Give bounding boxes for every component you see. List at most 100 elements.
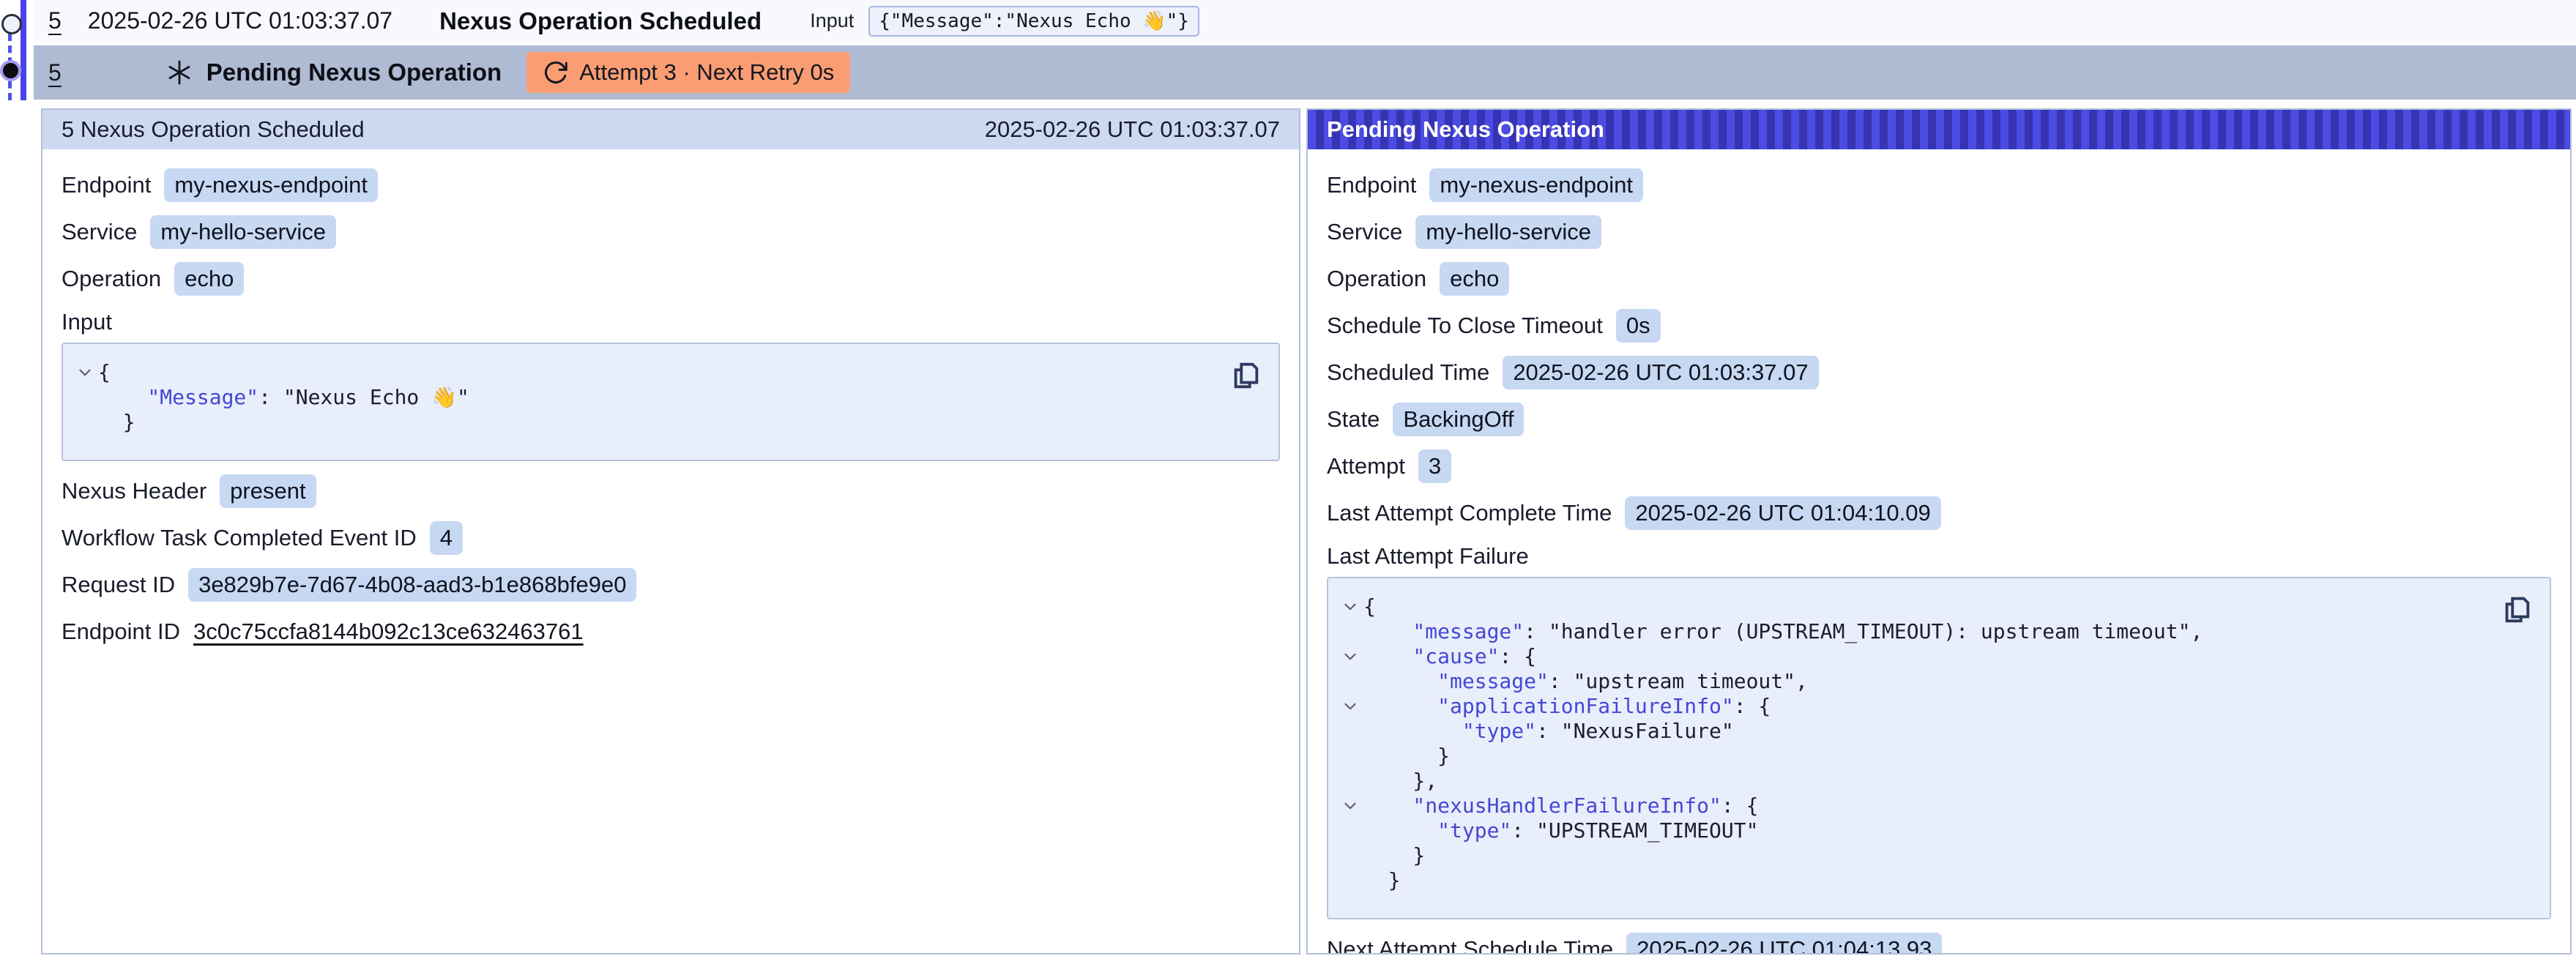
field-label: Endpoint: [1327, 172, 1416, 198]
json-line-content: {: [1363, 594, 1376, 619]
field-value-badge: echo: [1440, 262, 1509, 296]
json-line-content: "nexusHandlerFailureInfo": {: [1363, 793, 1758, 818]
field-label: State: [1327, 406, 1380, 433]
field-value-badge: my-nexus-endpoint: [164, 168, 378, 202]
json-line-content: "type": "NexusFailure": [1363, 719, 1734, 744]
pending-title: Pending Nexus Operation: [206, 59, 502, 86]
json-text: : "handler error (UPSTREAM_TIMEOUT): ups…: [1524, 619, 2203, 643]
field-row-request-id: Request ID3e829b7e-7d67-4b08-aad3-b1e868…: [62, 568, 1280, 602]
field-label: Last Attempt Failure: [1327, 543, 1529, 570]
failure-json-block: {"message": "handler error (UPSTREAM_TIM…: [1327, 577, 2551, 919]
field-value-badge: my-nexus-endpoint: [1429, 168, 1643, 202]
json-line: "message": "upstream timeout",: [1337, 669, 2498, 694]
field-value-badge: 4: [430, 521, 463, 555]
json-text: {: [1363, 594, 1376, 619]
json-line: "applicationFailureInfo": {: [1337, 694, 2498, 719]
json-text: }: [1412, 843, 1425, 867]
copy-icon: [2500, 593, 2534, 627]
json-key: "nexusHandlerFailureInfo": [1412, 793, 1721, 818]
collapse-chevron-icon[interactable]: [1337, 597, 1363, 616]
json-text: : "UPSTREAM_TIMEOUT": [1511, 818, 1758, 843]
event-input-preview-badge: {"Message":"Nexus Echo 👋"}: [868, 6, 1199, 37]
collapse-chevron-icon[interactable]: [1337, 796, 1363, 815]
json-text: : "Nexus Echo 👋": [258, 385, 469, 409]
field-row-nexus-header: Nexus Headerpresent: [62, 474, 1280, 508]
json-text: }: [1437, 744, 1450, 768]
field-row-attempt: Attempt3: [1327, 449, 2551, 483]
event-id-link[interactable]: 5: [48, 7, 62, 34]
field-label: Attempt: [1327, 453, 1405, 479]
field-row-endpoint-id: Endpoint ID3c0c75ccfa8144b092c13ce632463…: [62, 615, 1280, 649]
field-row-last-attempt-failure: Last Attempt Failure: [1327, 543, 2551, 570]
json-line-content: "cause": {: [1363, 644, 1536, 669]
field-label: Workflow Task Completed Event ID: [62, 525, 417, 551]
json-text: : {: [1499, 644, 1536, 668]
json-line: }: [1337, 868, 2498, 893]
event-title: Nexus Operation Scheduled: [439, 7, 762, 35]
json-key: "applicationFailureInfo": [1437, 694, 1734, 718]
event-detail-header: 5 Nexus Operation Scheduled 2025-02-26 U…: [42, 110, 1299, 149]
json-text: : "NexusFailure": [1536, 719, 1734, 743]
field-label: Request ID: [62, 572, 175, 598]
pending-detail-header-title: Pending Nexus Operation: [1327, 116, 1604, 143]
field-row-input: Input: [62, 309, 1280, 335]
field-value-badge: echo: [174, 262, 244, 296]
pending-asterisk-icon: [165, 59, 193, 86]
json-line: {: [72, 360, 1227, 385]
field-row-service: Servicemy-hello-service: [62, 215, 1280, 249]
json-key: "cause": [1412, 644, 1499, 668]
field-value-badge: BackingOff: [1393, 403, 1524, 436]
json-line: "nexusHandlerFailureInfo": {: [1337, 793, 2498, 818]
field-row-operation: Operation echo: [62, 262, 1280, 296]
pending-operation-row[interactable]: 5 Pending Nexus Operation Attempt 3 · Ne…: [34, 45, 2576, 100]
json-line: "type": "NexusFailure": [1337, 719, 2498, 744]
json-text: }: [123, 410, 135, 434]
event-detail-panel: 5 Nexus Operation Scheduled 2025-02-26 U…: [41, 108, 1300, 955]
pending-detail-panel: Pending Nexus Operation Endpoint my-nexus…: [1306, 108, 2572, 955]
json-key: "type": [1437, 818, 1511, 843]
field-label: Endpoint: [62, 172, 151, 198]
endpoint-id-link[interactable]: 3c0c75ccfa8144b092c13ce632463761: [193, 619, 584, 645]
json-line: },: [1337, 769, 2498, 793]
collapse-chevron-icon[interactable]: [1337, 647, 1363, 666]
input-json-block: {"Message": "Nexus Echo 👋"}: [62, 343, 1280, 461]
json-line-content: }: [1363, 744, 1450, 769]
field-label: Last Attempt Complete Time: [1327, 500, 1612, 526]
pending-id-link[interactable]: 5: [48, 59, 62, 86]
json-text: : {: [1734, 694, 1771, 718]
event-detail-body: Endpoint my-nexus-endpoint Servicemy-hello…: [42, 149, 1299, 649]
field-row-service: Servicemy-hello-service: [1327, 215, 2551, 249]
field-row-state: State BackingOff: [1327, 403, 2551, 436]
json-text: : {: [1721, 793, 1759, 818]
json-line: "cause": {: [1337, 644, 2498, 669]
field-label: Schedule To Close Timeout: [1327, 313, 1603, 339]
json-line: }: [72, 410, 1227, 435]
json-key: "type": [1462, 719, 1536, 743]
field-value-badge: my-hello-service: [1415, 215, 1601, 249]
json-line: }: [1337, 744, 2498, 769]
json-key: "Message": [147, 385, 258, 409]
copy-button[interactable]: [1229, 359, 1262, 392]
json-line-content: }: [98, 410, 135, 435]
field-label: Operation: [62, 266, 161, 292]
copy-button[interactable]: [2500, 593, 2534, 627]
json-text: : "upstream timeout",: [1549, 669, 1808, 693]
json-text: }: [1388, 868, 1401, 892]
collapse-chevron-icon[interactable]: [1337, 697, 1363, 716]
collapse-chevron-icon[interactable]: [72, 363, 98, 382]
event-detail-header-time: 2025-02-26 UTC 01:03:37.07: [985, 116, 1280, 143]
json-line: "message": "handler error (UPSTREAM_TIME…: [1337, 619, 2498, 644]
field-value-badge: 0s: [1616, 309, 1661, 343]
field-label: Nexus Header: [62, 478, 206, 504]
field-label: Next Attempt Schedule Time: [1327, 936, 1613, 955]
json-line-content: "applicationFailureInfo": {: [1363, 694, 1771, 719]
retry-status-badge: Attempt 3 · Next Retry 0s: [526, 52, 850, 93]
field-row-endpoint: Endpoint my-nexus-endpoint: [1327, 168, 2551, 202]
field-row-endpoint: Endpoint my-nexus-endpoint: [62, 168, 1280, 202]
field-label: Scheduled Time: [1327, 359, 1489, 386]
event-detail-header-title: 5 Nexus Operation Scheduled: [62, 116, 365, 143]
pending-detail-body: Endpoint my-nexus-endpoint Servicemy-hello…: [1308, 149, 2570, 955]
timeline-event-dot-open: [1, 14, 22, 34]
event-row-scheduled[interactable]: 5 2025-02-26 UTC 01:03:37.07 Nexus Opera…: [34, 0, 2576, 42]
event-timestamp: 2025-02-26 UTC 01:03:37.07: [88, 7, 392, 34]
